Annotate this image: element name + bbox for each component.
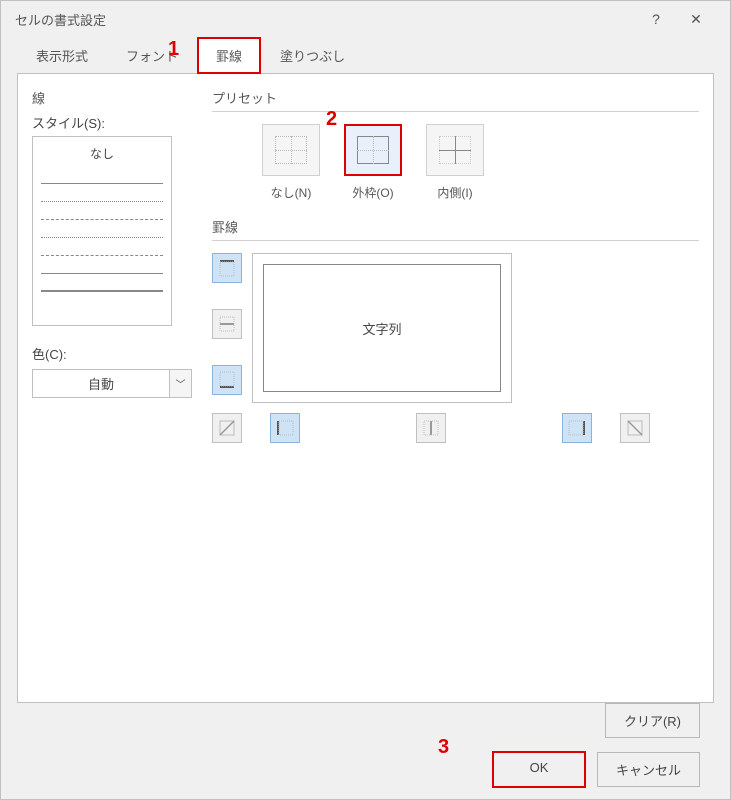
preset-inside-label: 内側(I): [426, 184, 484, 201]
preview-border-icon: [263, 264, 501, 392]
footer-clear-row: クリア(R): [1, 703, 730, 738]
preset-outline-button[interactable]: [344, 124, 402, 176]
line-style-dotted[interactable]: [41, 188, 163, 202]
dialog-body: 線 スタイル(S): なし 色(C): 自動 ﹀ プリセット: [17, 73, 714, 703]
preset-none-label: なし(N): [262, 184, 320, 201]
divider: [212, 111, 699, 112]
footer-ok-row: OK キャンセル: [1, 738, 730, 787]
border-buttons-left: [212, 253, 242, 403]
border-bottom-button[interactable]: [212, 365, 242, 395]
preset-inside-button[interactable]: [426, 124, 484, 176]
close-button[interactable]: ✕: [676, 11, 716, 28]
line-style-solid[interactable]: [41, 170, 163, 184]
preset-inside-icon: [439, 136, 471, 164]
cancel-button[interactable]: キャンセル: [597, 752, 700, 787]
border-v-middle-button[interactable]: [416, 413, 446, 443]
line-style-dashed[interactable]: [41, 206, 163, 220]
preset-row: なし(N) 外枠(O) 内側(I): [262, 124, 699, 201]
format-cells-dialog: セルの書式設定 ? ✕ 表示形式 フォント 罫線 塗りつぶし 線 スタイル(S)…: [0, 0, 731, 800]
dialog-title: セルの書式設定: [15, 10, 106, 29]
tab-bar: 表示形式 フォント 罫線 塗りつぶし: [1, 37, 730, 74]
line-style-dashdotdot[interactable]: [41, 242, 163, 256]
line-style-thick[interactable]: [41, 278, 163, 292]
border-edit-area: 文字列: [212, 253, 699, 403]
preset-none-icon: [275, 136, 307, 164]
border-h-middle-button[interactable]: [212, 309, 242, 339]
border-diag-down-button[interactable]: [620, 413, 650, 443]
border-buttons-bottom: [212, 413, 699, 443]
line-style-list[interactable]: なし: [32, 136, 172, 326]
preset-none-button[interactable]: [262, 124, 320, 176]
chevron-down-icon: ﹀: [176, 376, 186, 391]
line-section-title: 線: [32, 88, 192, 107]
style-label: スタイル(S):: [32, 113, 192, 132]
preset-section-title: プリセット: [212, 88, 699, 107]
divider-2: [212, 240, 699, 241]
titlebar: セルの書式設定 ? ✕: [1, 1, 730, 37]
main-section: プリセット なし(N) 外: [212, 88, 699, 688]
tab-border[interactable]: 罫線: [197, 37, 261, 74]
border-right-button[interactable]: [562, 413, 592, 443]
color-label: 色(C):: [32, 344, 192, 363]
preset-outline: 外枠(O): [344, 124, 402, 201]
border-diag-up-button[interactable]: [212, 413, 242, 443]
line-style-solid2[interactable]: [41, 260, 163, 274]
preset-outline-icon: [357, 136, 389, 164]
preset-outline-label: 外枠(O): [344, 184, 402, 201]
tab-number-format[interactable]: 表示形式: [17, 37, 107, 74]
color-select[interactable]: 自動: [32, 369, 170, 398]
border-left-button[interactable]: [270, 413, 300, 443]
line-style-none[interactable]: なし: [41, 145, 163, 162]
border-section-title: 罫線: [212, 217, 699, 236]
preset-none: なし(N): [262, 124, 320, 201]
preset-inside: 内側(I): [426, 124, 484, 201]
help-button[interactable]: ?: [636, 11, 676, 27]
border-preview: 文字列: [252, 253, 512, 403]
line-style-dashdot[interactable]: [41, 224, 163, 238]
clear-button[interactable]: クリア(R): [605, 703, 700, 738]
line-section: 線 スタイル(S): なし 色(C): 自動 ﹀: [32, 88, 192, 688]
color-dropdown-button[interactable]: ﹀: [170, 369, 192, 398]
tab-fill[interactable]: 塗りつぶし: [261, 37, 364, 74]
tab-font[interactable]: フォント: [107, 37, 197, 74]
border-top-button[interactable]: [212, 253, 242, 283]
ok-button[interactable]: OK: [493, 752, 585, 787]
